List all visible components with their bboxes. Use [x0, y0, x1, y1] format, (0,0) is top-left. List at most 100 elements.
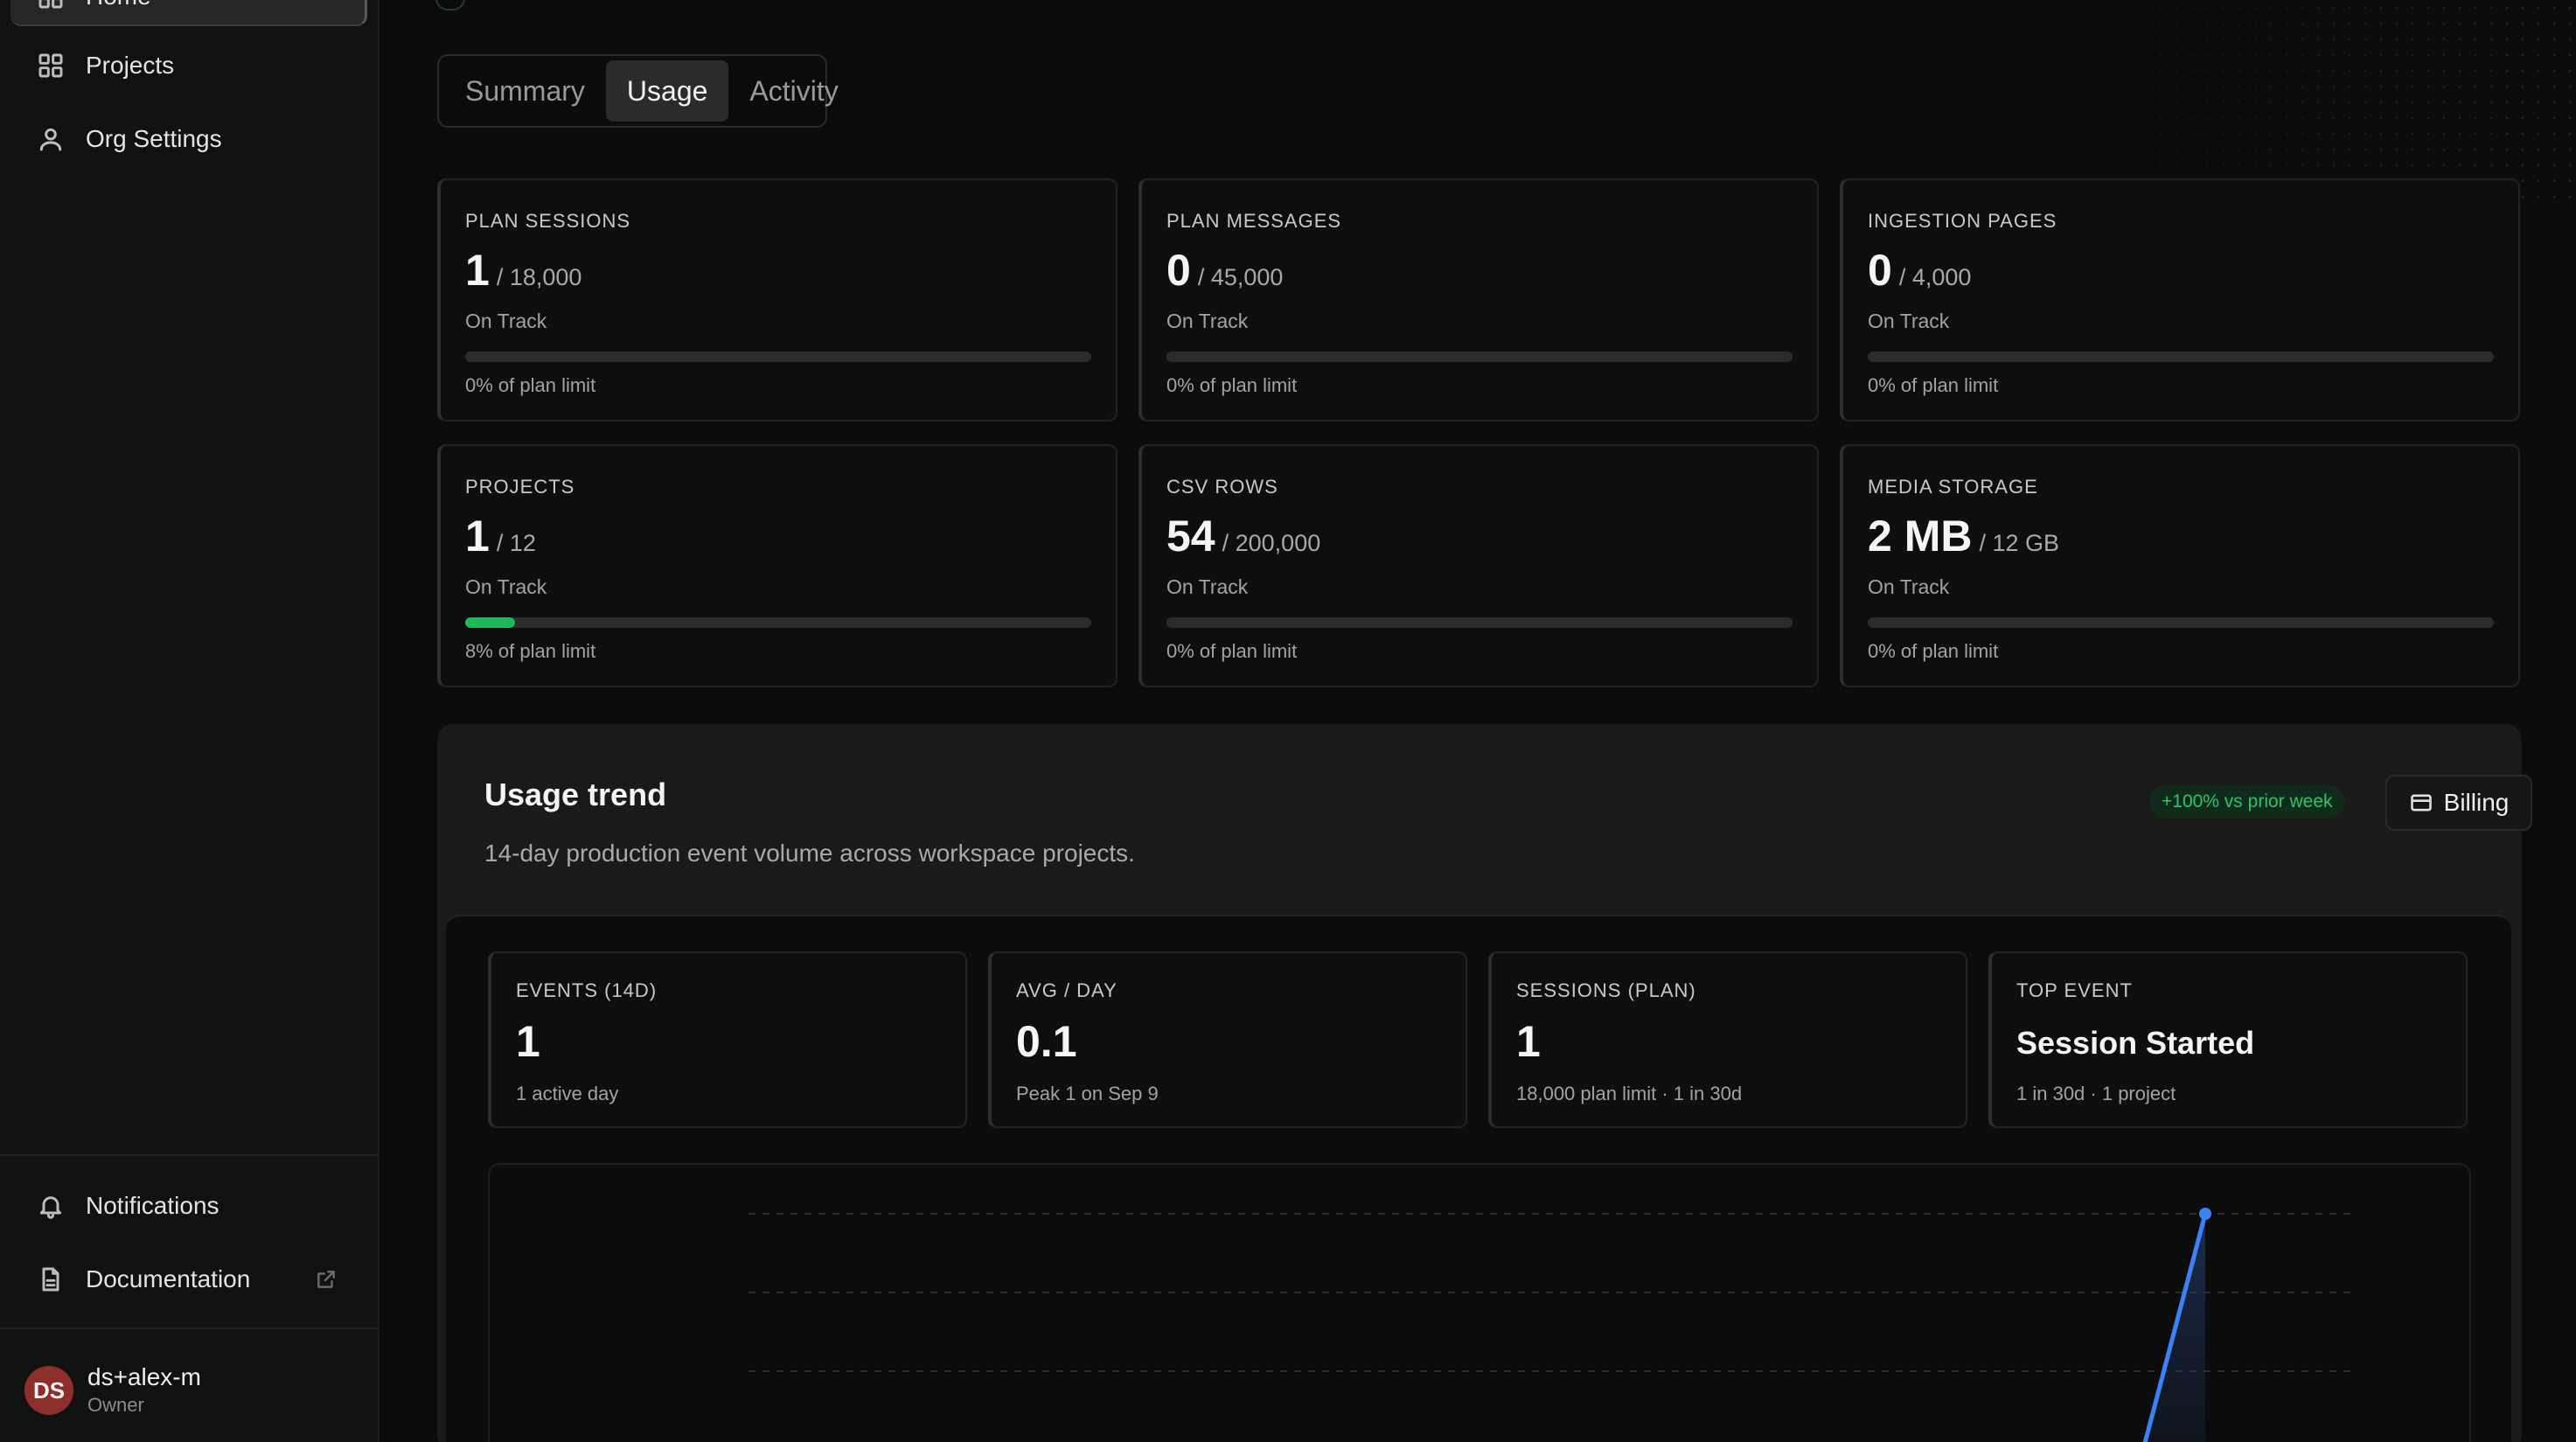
card-percent: 0% of plan limit: [1166, 374, 1298, 396]
sidebar-item-label: Projects: [86, 52, 175, 79]
card-label: PLAN MESSAGES: [1166, 210, 1342, 232]
stat-note: 1 active day: [516, 1083, 619, 1104]
sidebar-item-projects[interactable]: Projects: [10, 37, 367, 94]
usage-card-csv-rows: CSV ROWS 54 / 200,000 On Track 0% of plan…: [1138, 444, 1819, 687]
progress-bar: [1868, 617, 2494, 628]
stat-top-event: TOP EVENT Session Started 1 in 30d · 1 p…: [1988, 951, 2468, 1128]
card-limit: / 12: [496, 530, 536, 556]
card-label: CSV ROWS: [1166, 476, 1278, 498]
tab-usage[interactable]: Usage: [605, 60, 729, 122]
stat-value: 1: [1516, 1017, 1541, 1066]
card-percent: 0% of plan limit: [1868, 374, 1999, 396]
sidebar-item-home[interactable]: Home: [10, 0, 367, 26]
card-status: On Track: [1166, 310, 1249, 332]
card-percent: 0% of plan limit: [1166, 640, 1298, 662]
card-percent: 8% of plan limit: [465, 640, 596, 662]
progress-bar: [1166, 617, 1793, 628]
sidebar-item-org-settings[interactable]: Org Settings: [10, 110, 367, 168]
sidebar: Home Projects Org Settings Notifications: [0, 0, 379, 1442]
sidebar-item-label: Org Settings: [86, 125, 222, 152]
stat-value: 1: [516, 1017, 540, 1066]
progress-bar: [465, 617, 1091, 628]
stat-label: TOP EVENT: [2016, 979, 2133, 1001]
trend-title: Usage trend: [484, 777, 667, 812]
card-value: 1: [465, 512, 490, 561]
bell-icon: [35, 1190, 66, 1222]
sidebar-item-documentation[interactable]: Documentation: [10, 1250, 367, 1308]
usage-card-plan-sessions: PLAN SESSIONS 1/ 18,000 On Track 0% of p…: [437, 178, 1117, 421]
stat-note: Peak 1 on Sep 9: [1016, 1083, 1159, 1104]
sidebar-item-label: Documentation: [86, 1265, 251, 1292]
card-value: 54: [1166, 512, 1215, 561]
usage-card-media-storage: MEDIA STORAGE 2 MB/ 12 GB On Track 0% of…: [1840, 444, 2520, 687]
usage-card-projects: PROJECTS 1/ 12 On Track 8% of plan limit: [437, 444, 1117, 687]
card-label: PROJECTS: [465, 476, 575, 498]
home-icon: [35, 0, 66, 12]
card-percent: 0% of plan limit: [465, 374, 596, 396]
external-link-icon: [315, 1268, 338, 1291]
chart-data-point: [2199, 1208, 2211, 1220]
card-status: On Track: [1166, 575, 1249, 598]
card-limit: / 18,000: [496, 264, 582, 290]
card-value: 1: [465, 246, 490, 295]
stat-avg-day: AVG / DAY 0.1 Peak 1 on Sep 9: [988, 951, 1467, 1128]
user-icon: [35, 123, 66, 155]
card-status: On Track: [465, 310, 547, 332]
usage-card-plan-messages: PLAN MESSAGES 0/ 45,000 On Track 0% of p…: [1138, 178, 1819, 421]
main-content: Summary Usage Activity PLAN SESSIONS 1/ …: [379, 0, 2576, 1442]
card-label: PLAN SESSIONS: [465, 210, 631, 232]
trend-subtitle: 14-day production event volume across wo…: [484, 839, 1135, 867]
tab-activity[interactable]: Activity: [728, 60, 859, 122]
progress-bar: [1166, 352, 1793, 362]
card-value: 0: [1166, 246, 1191, 295]
card-label: MEDIA STORAGE: [1868, 476, 2038, 498]
card-status: On Track: [1868, 575, 1950, 598]
trend-change-badge: +100% vs prior week: [2149, 785, 2345, 819]
usage-trend-panel: Usage trend 14-day production event volu…: [437, 724, 2532, 1442]
stat-value: Session Started: [2016, 1025, 2255, 1061]
app-window: Home Projects Org Settings Notifications: [0, 0, 2576, 1442]
card-percent: 0% of plan limit: [1868, 640, 1999, 662]
usage-card-ingestion-pages: INGESTION PAGES 0/ 4,000 On Track 0% of …: [1840, 178, 2520, 421]
card-limit: / 45,000: [1197, 264, 1284, 290]
stat-value: 0.1: [1016, 1017, 1077, 1066]
billing-button[interactable]: Billing: [2385, 775, 2532, 831]
card-limit: / 200,000: [1222, 530, 1321, 556]
billing-button-label: Billing: [2443, 789, 2510, 816]
card-value: 0: [1868, 246, 1892, 295]
sidebar-item-label: Notifications: [86, 1192, 219, 1219]
progress-bar: [465, 352, 1091, 362]
status-indicator: [435, 0, 465, 10]
stat-events: EVENTS (14D) 1 1 active day: [488, 951, 967, 1128]
sidebar-item-notifications[interactable]: Notifications: [10, 1177, 367, 1235]
trend-chart-svg: [748, 1208, 2352, 1442]
sidebar-divider: [0, 1327, 379, 1329]
card-limit: / 12 GB: [1979, 530, 2060, 556]
stat-label: AVG / DAY: [1016, 979, 1117, 1001]
tab-bar: Summary Usage Activity: [437, 54, 839, 128]
card-label: INGESTION PAGES: [1868, 210, 2057, 232]
grid-icon: [35, 50, 66, 81]
user-role: Owner: [87, 1394, 144, 1416]
stat-label: SESSIONS (PLAN): [1516, 979, 1696, 1001]
stat-sessions: SESSIONS (PLAN) 1 18,000 plan limit · 1 …: [1488, 951, 1967, 1128]
avatar: DS: [24, 1366, 73, 1415]
card-limit: / 4,000: [1898, 264, 1972, 290]
document-icon: [35, 1264, 66, 1295]
card-status: On Track: [465, 575, 547, 598]
stat-label: EVENTS (14D): [516, 979, 658, 1001]
credit-card-icon: [2410, 794, 2432, 812]
stat-note: 18,000 plan limit · 1 in 30d: [1516, 1083, 1743, 1104]
tab-summary[interactable]: Summary: [444, 60, 606, 122]
user-name: ds+alex-m: [87, 1363, 201, 1390]
user-profile[interactable]: DS ds+alex-m Owner: [24, 1362, 201, 1418]
sidebar-item-label: Home: [86, 0, 151, 10]
progress-fill: [465, 617, 516, 628]
progress-bar: [1868, 352, 2494, 362]
trend-inner-panel: EVENTS (14D) 1 1 active day AVG / DAY 0.…: [446, 915, 2511, 1442]
card-value: 2 MB: [1868, 512, 1973, 561]
stat-note: 1 in 30d · 1 project: [2016, 1083, 2176, 1104]
sidebar-divider: [0, 1154, 379, 1156]
trend-chart: [488, 1163, 2471, 1442]
card-status: On Track: [1868, 310, 1950, 332]
